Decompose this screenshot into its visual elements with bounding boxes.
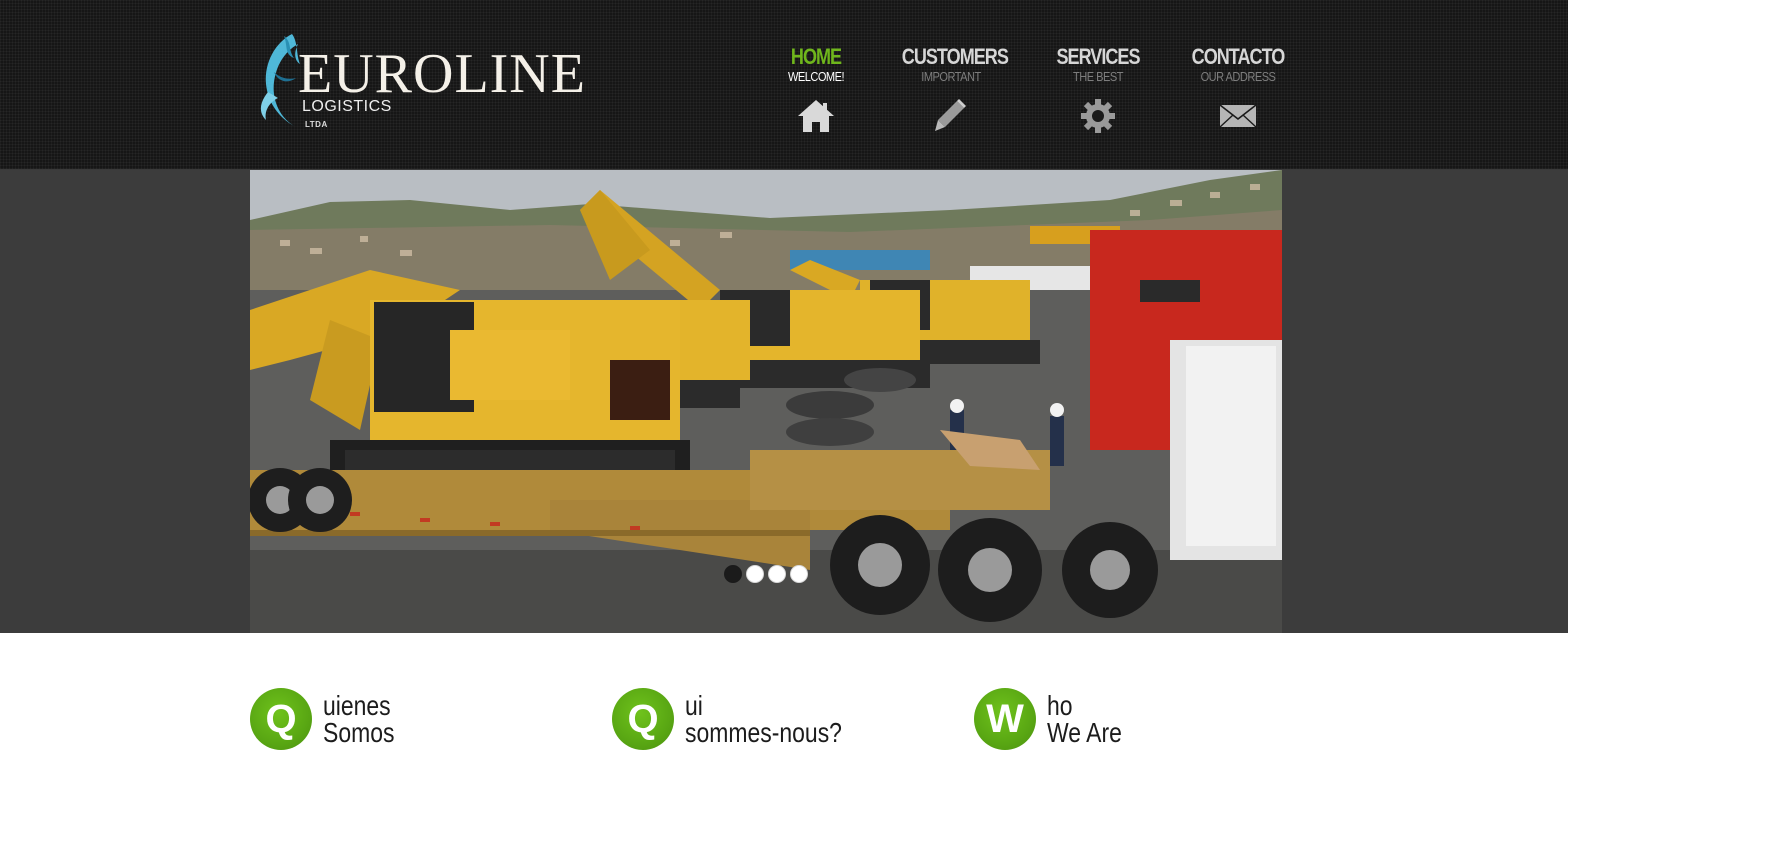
nav-title: SERVICES (1056, 44, 1140, 69)
site-header: EUROLINE LOGISTICS LTDA HOME WELCOME! CU… (0, 0, 1568, 170)
nav-item-home[interactable]: HOME WELCOME! (756, 44, 876, 134)
slider-pagination (724, 565, 808, 583)
feature-qui-sommes-nous[interactable]: Q ui sommes-nous? (612, 688, 892, 750)
brand-subtitle: LOGISTICS (302, 98, 392, 115)
excavators-photo (250, 170, 1282, 633)
nav-title: CONTACTO (1191, 44, 1286, 69)
feature-title-line1: ui (685, 690, 703, 721)
pencil-icon (935, 99, 966, 131)
gear-icon (1081, 99, 1115, 133)
nav-subtitle: THE BEST (1073, 69, 1123, 84)
feature-who-we-are[interactable]: W ho We Are (974, 688, 1214, 750)
feature-title-line2: We Are (1047, 717, 1122, 748)
envelope-icon (1219, 104, 1257, 128)
euroline-logo[interactable]: EUROLINE LOGISTICS LTDA (254, 32, 585, 132)
nav-title: HOME (790, 44, 842, 69)
feature-title-line2: Somos (323, 717, 395, 748)
feature-letter-badge: W (974, 688, 1036, 750)
nav-subtitle: OUR ADDRESS (1200, 69, 1276, 84)
feature-title: uienes Somos (323, 690, 395, 748)
slider-dot-4[interactable] (790, 565, 808, 583)
nav-title: CUSTOMERS (901, 44, 1009, 69)
slider-image[interactable] (250, 170, 1282, 633)
brand-name: EUROLINE (298, 43, 586, 105)
slider-dot-3[interactable] (768, 565, 786, 583)
nav-item-contacto[interactable]: CONTACTO OUR ADDRESS (1178, 44, 1298, 134)
nav-item-services[interactable]: SERVICES THE BEST (1038, 44, 1158, 134)
nav-item-customers[interactable]: CUSTOMERS IMPORTANT (891, 44, 1011, 134)
feature-quienes-somos[interactable]: Q uienes Somos (250, 688, 490, 750)
slider-dot-2[interactable] (746, 565, 764, 583)
feature-letter-badge: Q (250, 688, 312, 750)
feature-title-line1: uienes (323, 690, 391, 721)
nav-subtitle: IMPORTANT (921, 69, 981, 84)
slider-dot-1[interactable] (724, 565, 742, 583)
feature-title: ui sommes-nous? (685, 690, 842, 748)
feature-title-line2: sommes-nous? (685, 717, 842, 748)
feature-title-line1: ho (1047, 690, 1073, 721)
feature-title: ho We Are (1047, 690, 1122, 748)
home-icon (798, 100, 834, 132)
brand-legal: LTDA (305, 120, 328, 129)
nav-subtitle: WELCOME! (787, 69, 845, 84)
feature-letter-badge: Q (612, 688, 674, 750)
